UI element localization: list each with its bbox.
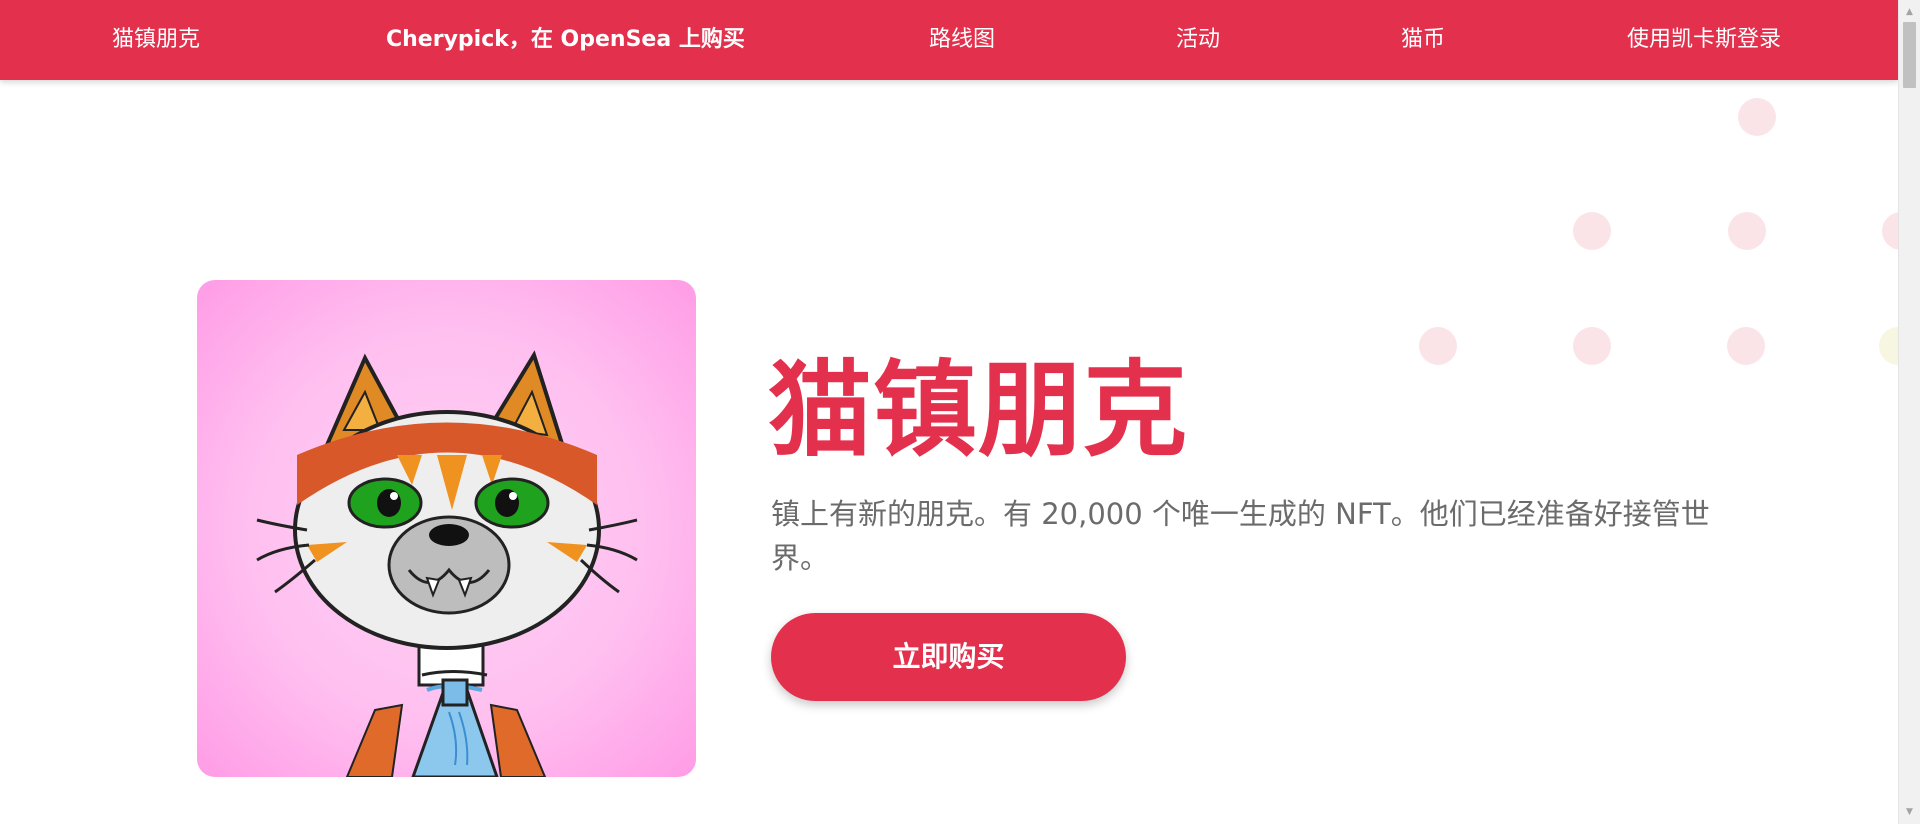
page: 猫镇朋克 Cherypick，在 OpenSea 上购买 路线图 活动 猫币 使…: [0, 0, 1920, 824]
scroll-up-icon[interactable]: ▲: [1899, 2, 1920, 22]
decorative-dot: [1419, 327, 1457, 365]
top-navbar: 猫镇朋克 Cherypick，在 OpenSea 上购买 路线图 活动 猫币 使…: [0, 0, 1898, 80]
nav-brand-link[interactable]: 猫镇朋克: [112, 0, 200, 80]
page-scrollbar[interactable]: ▲ ▼: [1898, 0, 1920, 824]
nav-events-link[interactable]: 活动: [1176, 0, 1220, 80]
nav-opensea-link[interactable]: Cherypick，在 OpenSea 上购买: [386, 0, 745, 80]
cat-punk-nft-image: [197, 280, 696, 777]
hero-description: 镇上有新的朋克。有 20,000 个唯一生成的 NFT。他们已经准备好接管世界。: [771, 497, 1710, 575]
decorative-dot: [1728, 212, 1766, 250]
hero-title: 猫镇朋克: [768, 349, 1189, 471]
nav-login-link[interactable]: 使用凯卡斯登录: [1627, 0, 1781, 80]
scroll-thumb[interactable]: [1903, 22, 1916, 88]
scroll-down-icon[interactable]: ▼: [1899, 802, 1920, 822]
decorative-dot: [1738, 98, 1776, 136]
nav-coin-link[interactable]: 猫币: [1401, 0, 1445, 80]
decorative-dot: [1727, 327, 1765, 365]
cat-illustration: [256, 350, 638, 777]
nav-roadmap-link[interactable]: 路线图: [929, 0, 995, 80]
buy-now-button[interactable]: 立即购买: [771, 613, 1126, 701]
decorative-dot: [1573, 212, 1611, 250]
decorative-dot: [1573, 327, 1611, 365]
